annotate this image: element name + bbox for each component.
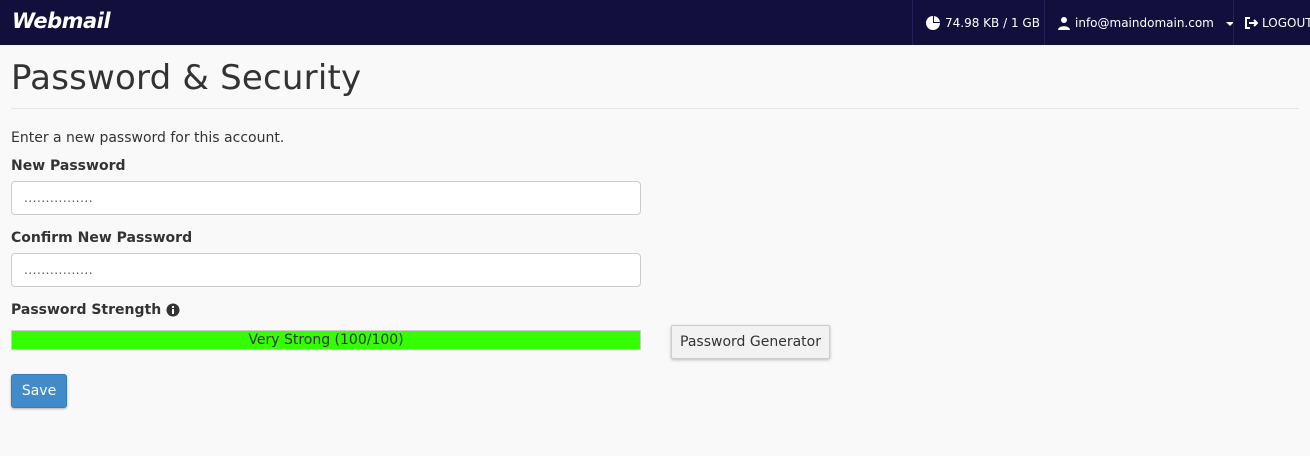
new-password-input[interactable]: [11, 181, 641, 215]
confirm-password-label-text: Confirm New Password: [11, 230, 193, 246]
intro-text: Enter a new password for this account.: [11, 130, 285, 146]
password-strength-meter: Very Strong (100/100): [11, 330, 641, 350]
quota-text: 74.98 KB / 1 GB: [945, 15, 1040, 30]
page-title: Password & Security: [11, 58, 362, 98]
new-password-label: New Password: [11, 158, 126, 174]
new-password-label-text: New Password: [11, 158, 126, 174]
user-icon: [1058, 16, 1070, 30]
disk-quota[interactable]: 74.98 KB / 1 GB: [912, 0, 1044, 45]
confirm-password-input[interactable]: [11, 253, 641, 287]
password-generator-button[interactable]: Password Generator: [671, 325, 830, 359]
logout-icon: [1245, 16, 1258, 29]
title-divider: [11, 108, 1299, 109]
save-button[interactable]: Save: [11, 374, 67, 408]
strength-meter-text: Very Strong (100/100): [248, 332, 404, 348]
logout-label: LOGOUT: [1262, 15, 1310, 30]
webmail-logo[interactable]: Webmail: [12, 9, 111, 33]
confirm-password-label: Confirm New Password: [11, 230, 192, 246]
pie-chart-icon: [926, 15, 940, 30]
logout-link[interactable]: LOGOUT: [1233, 0, 1310, 45]
user-email: info@maindomain.com: [1075, 15, 1214, 30]
password-strength-label-text: Password Strength: [11, 302, 162, 318]
password-strength-label: Password Strength: [11, 302, 180, 318]
user-menu[interactable]: info@maindomain.com: [1044, 0, 1234, 45]
info-circle-icon[interactable]: [166, 303, 180, 317]
top-navbar: Webmail 74.98 KB / 1 GB info@maindomain.…: [0, 0, 1310, 45]
